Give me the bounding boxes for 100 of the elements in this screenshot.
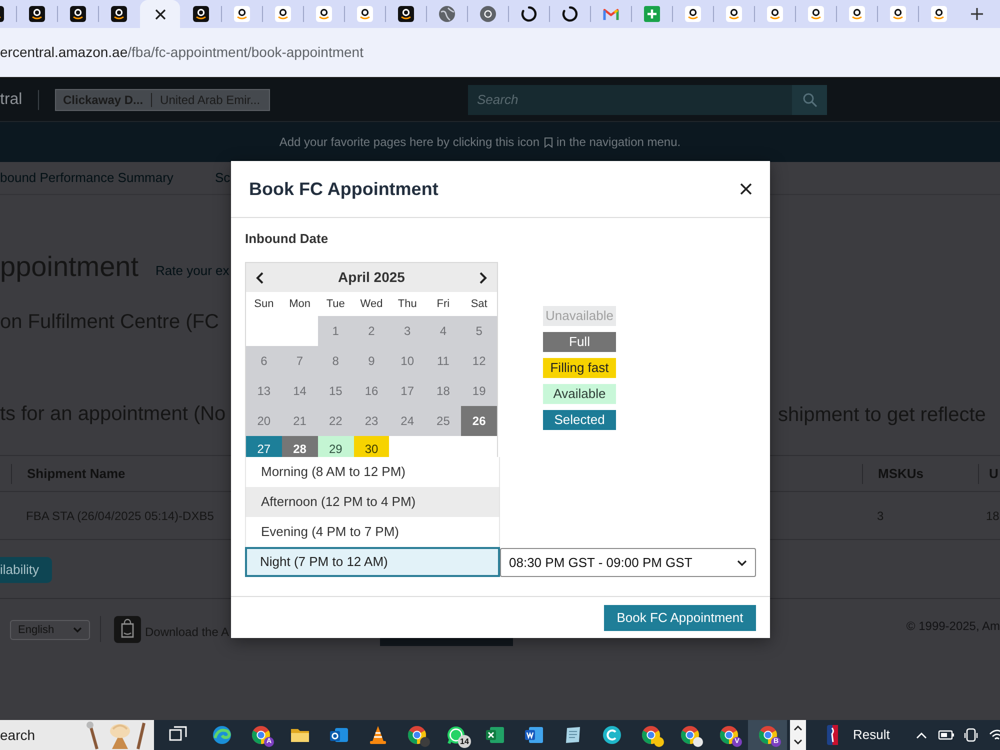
news-text[interactable]: Result — [853, 725, 890, 745]
calendar-day[interactable]: 16 — [354, 376, 390, 406]
smile-logo-icon — [234, 6, 250, 22]
calendar-day[interactable]: 5 — [461, 316, 497, 346]
calendar-day[interactable]: 27 — [246, 436, 282, 457]
spinner-icon — [521, 6, 537, 22]
bookmark-icon — [544, 136, 553, 148]
circle-logo-icon — [602, 725, 622, 745]
search-icon — [802, 92, 816, 106]
ring-logo-icon — [480, 6, 496, 22]
calendar-day[interactable]: 24 — [389, 406, 426, 436]
document-icon — [524, 725, 544, 745]
smile-logo-icon — [685, 6, 701, 22]
calendar-day[interactable]: 11 — [425, 346, 462, 376]
chevron-left-icon[interactable] — [256, 272, 264, 284]
smile-logo-icon — [767, 6, 783, 22]
smile-tile-icon — [70, 6, 86, 22]
device-icon[interactable] — [964, 728, 978, 742]
weekday-label: Wed — [359, 296, 384, 312]
calendar-day[interactable]: 12 — [461, 346, 497, 376]
calendar-day[interactable]: 29 — [318, 436, 354, 457]
mail-app-icon — [328, 725, 348, 745]
calendar-day[interactable]: 26 — [461, 406, 497, 436]
smile-logo-icon — [808, 6, 824, 22]
browser-icon — [718, 725, 738, 745]
calendar-day[interactable]: 10 — [389, 346, 426, 376]
calendar-day[interactable]: 4 — [425, 316, 462, 346]
plus-icon — [971, 8, 983, 20]
calendar-day[interactable]: 25 — [425, 406, 462, 436]
count-badge: 14 — [458, 735, 471, 748]
nav-link[interactable]: Sc — [215, 170, 230, 186]
browser-tab[interactable] — [140, 0, 180, 28]
calendar-day[interactable]: 21 — [282, 406, 318, 436]
calendar-day[interactable]: 2 — [354, 316, 390, 346]
swirl-logo-icon — [212, 725, 232, 745]
sports-logo-icon — [827, 725, 838, 745]
dropdown-option[interactable]: Night (7 PM to 12 AM) — [245, 547, 500, 577]
smile-logo-icon — [316, 6, 332, 22]
weekday-label: Fri — [436, 296, 451, 312]
browser-icon — [758, 725, 778, 745]
legend-item: Available — [543, 384, 616, 404]
time-slot-select[interactable]: 08:30 PM GST - 09:00 PM GST — [500, 548, 756, 577]
calendar-day[interactable]: 30 — [354, 436, 390, 457]
field-label: Inbound Date — [245, 231, 330, 247]
calendar-day[interactable]: 18 — [425, 376, 462, 406]
weekday-label: Thu — [396, 296, 418, 312]
calendar-day[interactable]: 9 — [354, 346, 390, 376]
weekday-label: Mon — [288, 296, 312, 312]
smile-tile-icon — [398, 6, 414, 22]
calendar-day[interactable]: 6 — [246, 346, 282, 376]
calendar-day[interactable]: 22 — [318, 406, 354, 436]
search-field[interactable]: Search — [468, 84, 792, 114]
action-button[interactable]: ilability — [0, 557, 52, 583]
calendar-day[interactable]: 1 — [318, 316, 354, 346]
calendar-day[interactable]: 28 — [282, 436, 318, 457]
close-icon[interactable] — [154, 8, 166, 20]
calendar-day[interactable]: 13 — [246, 376, 282, 406]
dropdown-option[interactable]: Evening (4 PM to 7 PM) — [245, 517, 500, 547]
calendar-day[interactable]: 8 — [318, 346, 354, 376]
weekday-label: Tue — [325, 296, 346, 312]
hint-text: Add your favorite pages here by clicking this icon — [279, 134, 540, 151]
globe-icon — [439, 6, 455, 22]
dropdown-option[interactable]: Afternoon (12 PM to 4 PM) — [245, 487, 500, 517]
rate-link[interactable]: Rate your ex — [156, 261, 230, 281]
legend-item: Unavailable — [543, 306, 616, 326]
smile-tile-icon — [29, 6, 45, 22]
chevron-up-icon[interactable] — [916, 732, 927, 738]
browser-icon — [250, 725, 270, 745]
plus-tile-icon — [644, 6, 660, 22]
calendar-day[interactable]: 20 — [246, 406, 282, 436]
smile-logo-icon — [931, 6, 947, 22]
legend-item: Filling fast — [543, 358, 616, 378]
wifi-icon[interactable] — [988, 728, 1000, 742]
logo-text: tral — [0, 90, 22, 108]
nav-link[interactable]: bound Performance Summary — [0, 170, 174, 186]
calendar-day[interactable]: 7 — [282, 346, 318, 376]
chevron-right-icon[interactable] — [479, 272, 487, 284]
dropdown-option[interactable]: Morning (8 AM to 12 PM) — [245, 457, 500, 487]
modal-title: Book FC Appointment — [249, 178, 438, 201]
calendar-day[interactable]: 3 — [389, 316, 426, 346]
legend-item: Full — [543, 332, 616, 352]
battery-icon[interactable] — [938, 729, 955, 741]
calendar-day[interactable]: 23 — [354, 406, 390, 436]
spreadsheet-icon — [484, 725, 504, 745]
smile-tile-icon — [193, 6, 209, 22]
legend-item: Selected — [543, 410, 616, 430]
scroll-arrows-icon[interactable] — [790, 720, 806, 750]
taskbar-app[interactable]: 14 — [436, 720, 475, 750]
submit-button[interactable]: Book FC Appointment — [604, 604, 756, 630]
chevron-down-icon — [737, 560, 747, 566]
calendar-day[interactable]: 17 — [389, 376, 426, 406]
search-button[interactable] — [792, 84, 827, 114]
close-icon — [740, 183, 752, 195]
smile-logo-icon — [849, 6, 865, 22]
smile-logo-icon — [357, 6, 373, 22]
month-title: April 2025 — [338, 268, 405, 287]
calendar-day[interactable]: 14 — [282, 376, 318, 406]
calendar-day[interactable]: 15 — [318, 376, 354, 406]
chevron-down-icon — [73, 627, 82, 633]
calendar-day[interactable]: 19 — [461, 376, 497, 406]
